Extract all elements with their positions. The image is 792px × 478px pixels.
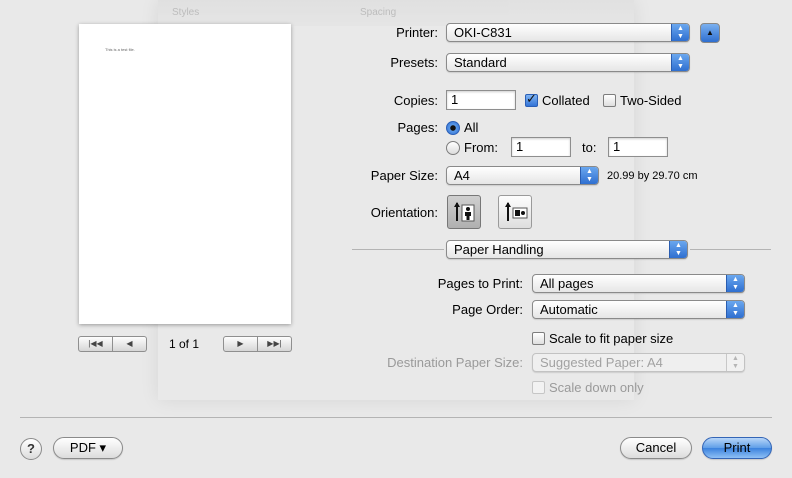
first-page-icon[interactable]: |◀◀ xyxy=(78,336,113,352)
destination-paper-size-value: Suggested Paper: A4 xyxy=(540,355,663,370)
last-page-icon[interactable]: ▶▶| xyxy=(258,336,292,352)
scale-to-fit-checkbox[interactable] xyxy=(532,332,545,345)
section-popup[interactable]: Paper Handling ▲ ▼ xyxy=(446,240,688,259)
preview-forward-nav: ▶ ▶▶| xyxy=(223,336,292,352)
pages-from-radio[interactable] xyxy=(446,141,460,155)
destination-paper-size-popup[interactable]: Suggested Paper: A4 ▲ ▼ xyxy=(532,353,745,372)
popup-arrows-icon: ▲ ▼ xyxy=(669,241,687,258)
pages-all-label: All xyxy=(464,120,479,135)
disclosure-triangle-up-icon[interactable]: ▲ xyxy=(700,23,720,43)
printer-popup[interactable]: OKI-C831 ▲ ▼ xyxy=(446,23,690,42)
portrait-orientation-icon[interactable] xyxy=(447,195,481,229)
background-styles-label: Styles xyxy=(172,7,200,18)
destination-paper-size-label: Destination Paper Size: xyxy=(387,355,523,370)
pages-from-label: From: xyxy=(464,140,498,155)
section-popup-value: Paper Handling xyxy=(454,242,544,257)
popup-arrows-icon: ▲ ▼ xyxy=(580,167,598,184)
pages-to-print-popup[interactable]: All pages ▲ ▼ xyxy=(532,274,745,293)
help-button[interactable]: ? xyxy=(20,438,42,460)
copies-field[interactable]: 1 xyxy=(446,90,516,110)
footer-divider xyxy=(20,417,772,418)
paper-size-label: Paper Size: xyxy=(370,168,438,183)
pages-all-radio[interactable] xyxy=(446,121,460,135)
print-button[interactable]: Print xyxy=(702,437,772,459)
collated-label: Collated xyxy=(542,93,590,108)
next-page-icon[interactable]: ▶ xyxy=(223,336,258,352)
presets-popup[interactable]: Standard ▲ ▼ xyxy=(446,53,690,72)
pages-label: Pages: xyxy=(397,120,438,135)
previous-page-icon[interactable]: ◀ xyxy=(113,336,147,352)
preview-back-nav: |◀◀ ◀ xyxy=(78,336,147,352)
popup-arrows-icon: ▲ ▼ xyxy=(726,275,744,292)
scale-down-label: Scale down only xyxy=(549,380,644,395)
landscape-orientation-icon[interactable] xyxy=(498,195,532,229)
popup-arrows-icon: ▲ ▼ xyxy=(726,301,744,318)
two-sided-checkbox[interactable] xyxy=(603,94,616,107)
paper-size-value: A4 xyxy=(454,168,470,183)
copies-label: Copies: xyxy=(393,93,438,108)
section-divider-left xyxy=(352,249,444,250)
orientation-label: Orientation: xyxy=(370,205,438,220)
page-order-value: Automatic xyxy=(540,302,598,317)
presets-label: Presets: xyxy=(390,55,438,70)
cancel-button[interactable]: Cancel xyxy=(620,437,692,459)
print-preview-page: This is a test file. xyxy=(79,24,291,324)
printer-value: OKI-C831 xyxy=(454,25,512,40)
popup-arrows-icon: ▲ ▼ xyxy=(671,24,689,41)
scale-down-checkbox[interactable] xyxy=(532,381,545,394)
section-divider-right xyxy=(690,249,771,250)
pages-to-print-value: All pages xyxy=(540,276,594,291)
print-dialog: Styles Spacing This is a test file. |◀◀ … xyxy=(0,0,792,478)
popup-arrows-icon: ▲ ▼ xyxy=(671,54,689,71)
pages-to-print-label: Pages to Print: xyxy=(437,276,523,291)
preview-page-count: 1 of 1 xyxy=(169,337,200,351)
pages-to-field[interactable]: 1 xyxy=(608,137,668,157)
paper-dimensions: 20.99 by 29.70 cm xyxy=(607,170,698,182)
preview-page-text: This is a test file. xyxy=(105,47,135,52)
page-order-label: Page Order: xyxy=(452,302,523,317)
background-spacing-label: Spacing xyxy=(360,7,397,18)
pdf-button[interactable]: PDF ▾ xyxy=(53,437,123,459)
collated-checkbox[interactable] xyxy=(525,91,538,107)
popup-arrows-icon: ▲ ▼ xyxy=(726,354,744,371)
page-order-popup[interactable]: Automatic ▲ ▼ xyxy=(532,300,745,319)
paper-size-popup[interactable]: A4 ▲ ▼ xyxy=(446,166,599,185)
presets-value: Standard xyxy=(454,55,507,70)
two-sided-label: Two-Sided xyxy=(620,93,682,108)
printer-label: Printer: xyxy=(396,25,438,40)
scale-to-fit-label: Scale to fit paper size xyxy=(549,331,674,346)
pages-from-field[interactable]: 1 xyxy=(511,137,571,157)
pages-to-label: to: xyxy=(582,140,597,155)
